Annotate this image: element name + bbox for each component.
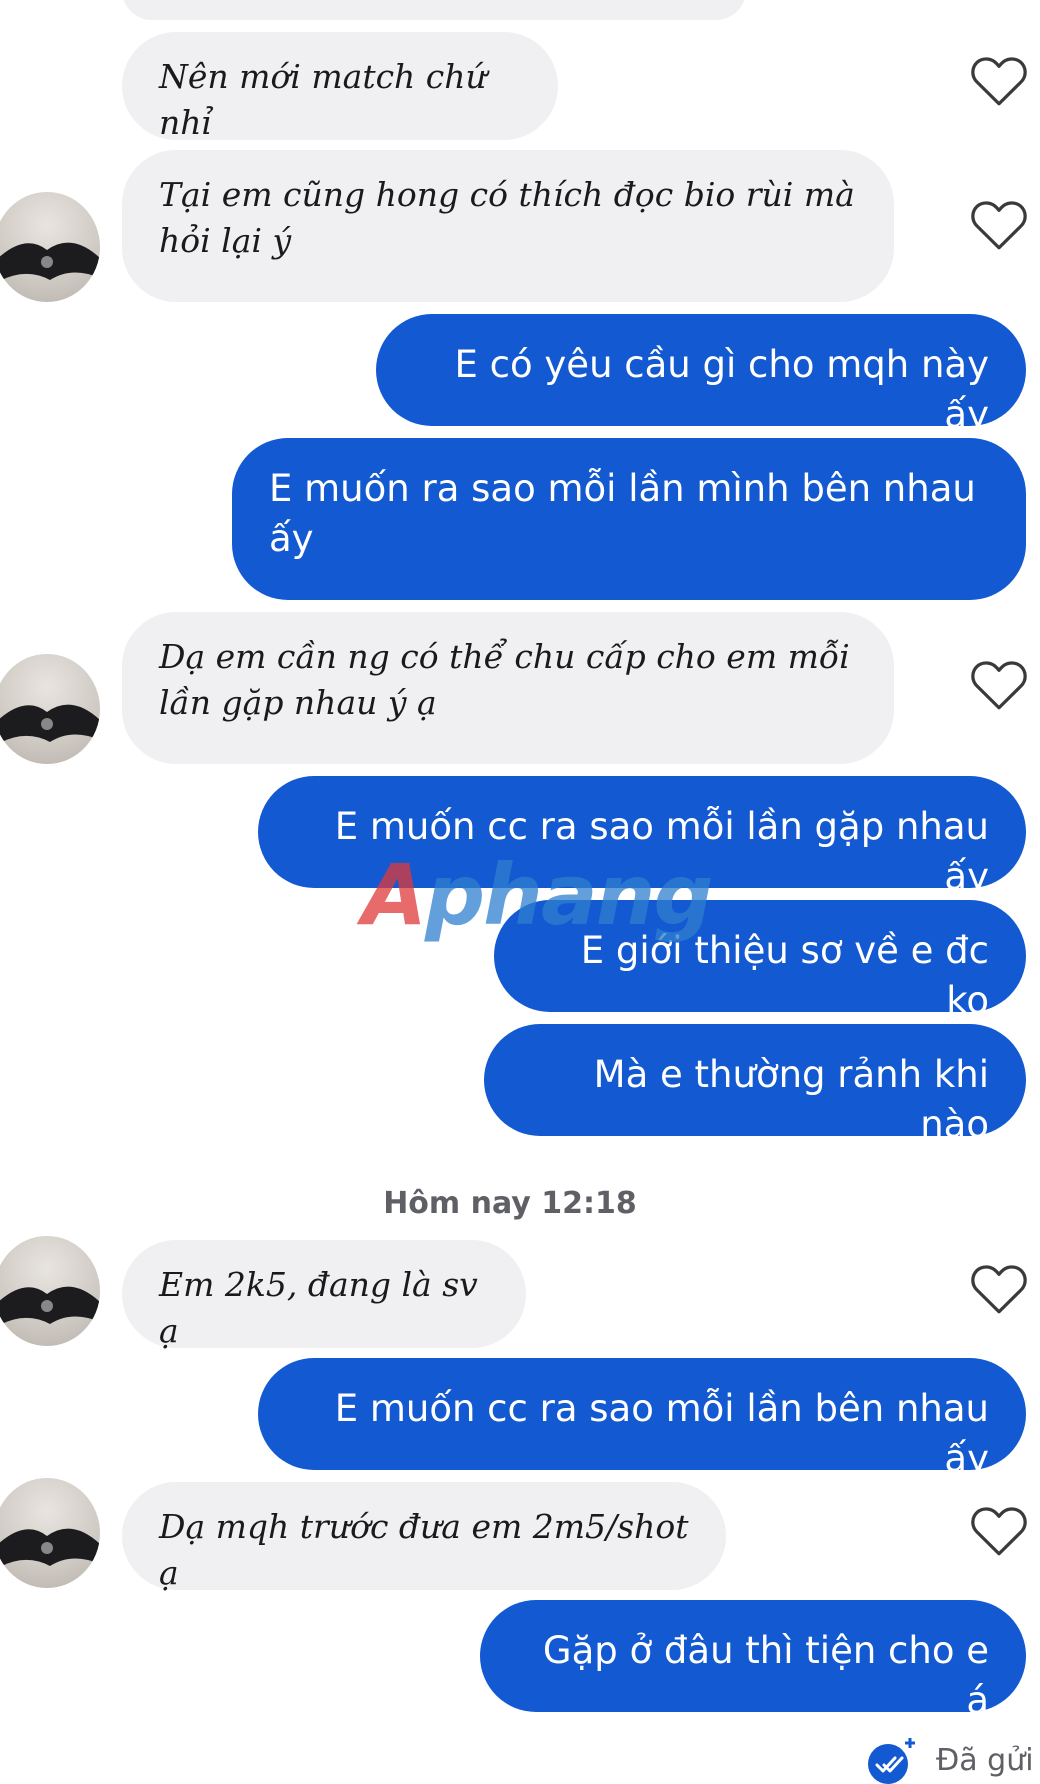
outgoing-message[interactable]: E có yêu cầu gì cho mqh này ấy [376, 314, 1026, 436]
avatar[interactable] [0, 1478, 100, 1588]
outgoing-message[interactable]: Gặp ở đâu thì tiện cho e á [480, 1600, 1026, 1722]
avatar-photo [0, 704, 100, 743]
watermark-part-2: phang [425, 846, 714, 944]
avatar-photo [0, 1286, 100, 1325]
watermark-logo: Aphang [362, 846, 714, 944]
message-text: E có yêu cầu gì cho mqh này ấy [454, 343, 989, 436]
double-check-icon [868, 1738, 915, 1784]
message-text: Dạ em cần ng có thể chu cấp cho em mỗi l… [159, 637, 850, 722]
message-text: Nên mới match chứ nhỉ [159, 57, 487, 142]
status-label: Đã gửi [936, 1742, 1034, 1778]
message-text: E muốn ra sao mỗi lần mình bên nhau ấy [269, 467, 976, 560]
avatar-photo [0, 242, 100, 281]
message-text: Dạ mqh trước đưa em 2m5/shot ạ [159, 1507, 689, 1592]
outgoing-message[interactable]: E muốn cc ra sao mỗi lần bên nhau ấy [258, 1358, 1026, 1480]
delivery-status: Đã gửi [866, 1736, 1034, 1784]
message-text: Mà e thường rảnh khi nào [593, 1053, 989, 1146]
outgoing-message[interactable]: Mà e thường rảnh khi nào [484, 1024, 1026, 1146]
avatar[interactable] [0, 1236, 100, 1346]
incoming-message[interactable]: Nên mới match chứ nhỉ [122, 32, 558, 142]
incoming-message[interactable]: Tại em cũng hong có thích đọc bio rùi mà… [122, 150, 894, 302]
message-text: Tại em cũng hong có thích đọc bio rùi mà… [159, 175, 855, 260]
avatar-photo [0, 1528, 100, 1567]
timestamp: Hôm nay 12:18 [383, 1186, 637, 1221]
message-text: Gặp ở đâu thì tiện cho e á [542, 1629, 989, 1722]
incoming-message[interactable]: Dạ em cần ng có thể chu cấp cho em mỗi l… [122, 612, 894, 764]
avatar[interactable] [0, 654, 100, 764]
heart-outline-icon[interactable] [969, 52, 1029, 108]
message-text: Em 2k5, đang là sv ạ [159, 1265, 478, 1350]
outgoing-message[interactable]: E muốn ra sao mỗi lần mình bên nhau ấy [232, 438, 1026, 600]
heart-outline-icon[interactable] [969, 196, 1029, 252]
watermark-part-1: A [362, 846, 427, 944]
heart-outline-icon[interactable] [969, 656, 1029, 712]
incoming-message[interactable]: Dạ mqh trước đưa em 2m5/shot ạ [122, 1482, 726, 1592]
incoming-message[interactable]: Em 2k5, đang là sv ạ [122, 1240, 526, 1350]
heart-outline-icon[interactable] [969, 1260, 1029, 1316]
partial-message-bubble [122, 0, 746, 20]
heart-outline-icon[interactable] [969, 1502, 1029, 1558]
message-text: E muốn cc ra sao mỗi lần bên nhau ấy [334, 1387, 989, 1480]
avatar[interactable] [0, 192, 100, 302]
